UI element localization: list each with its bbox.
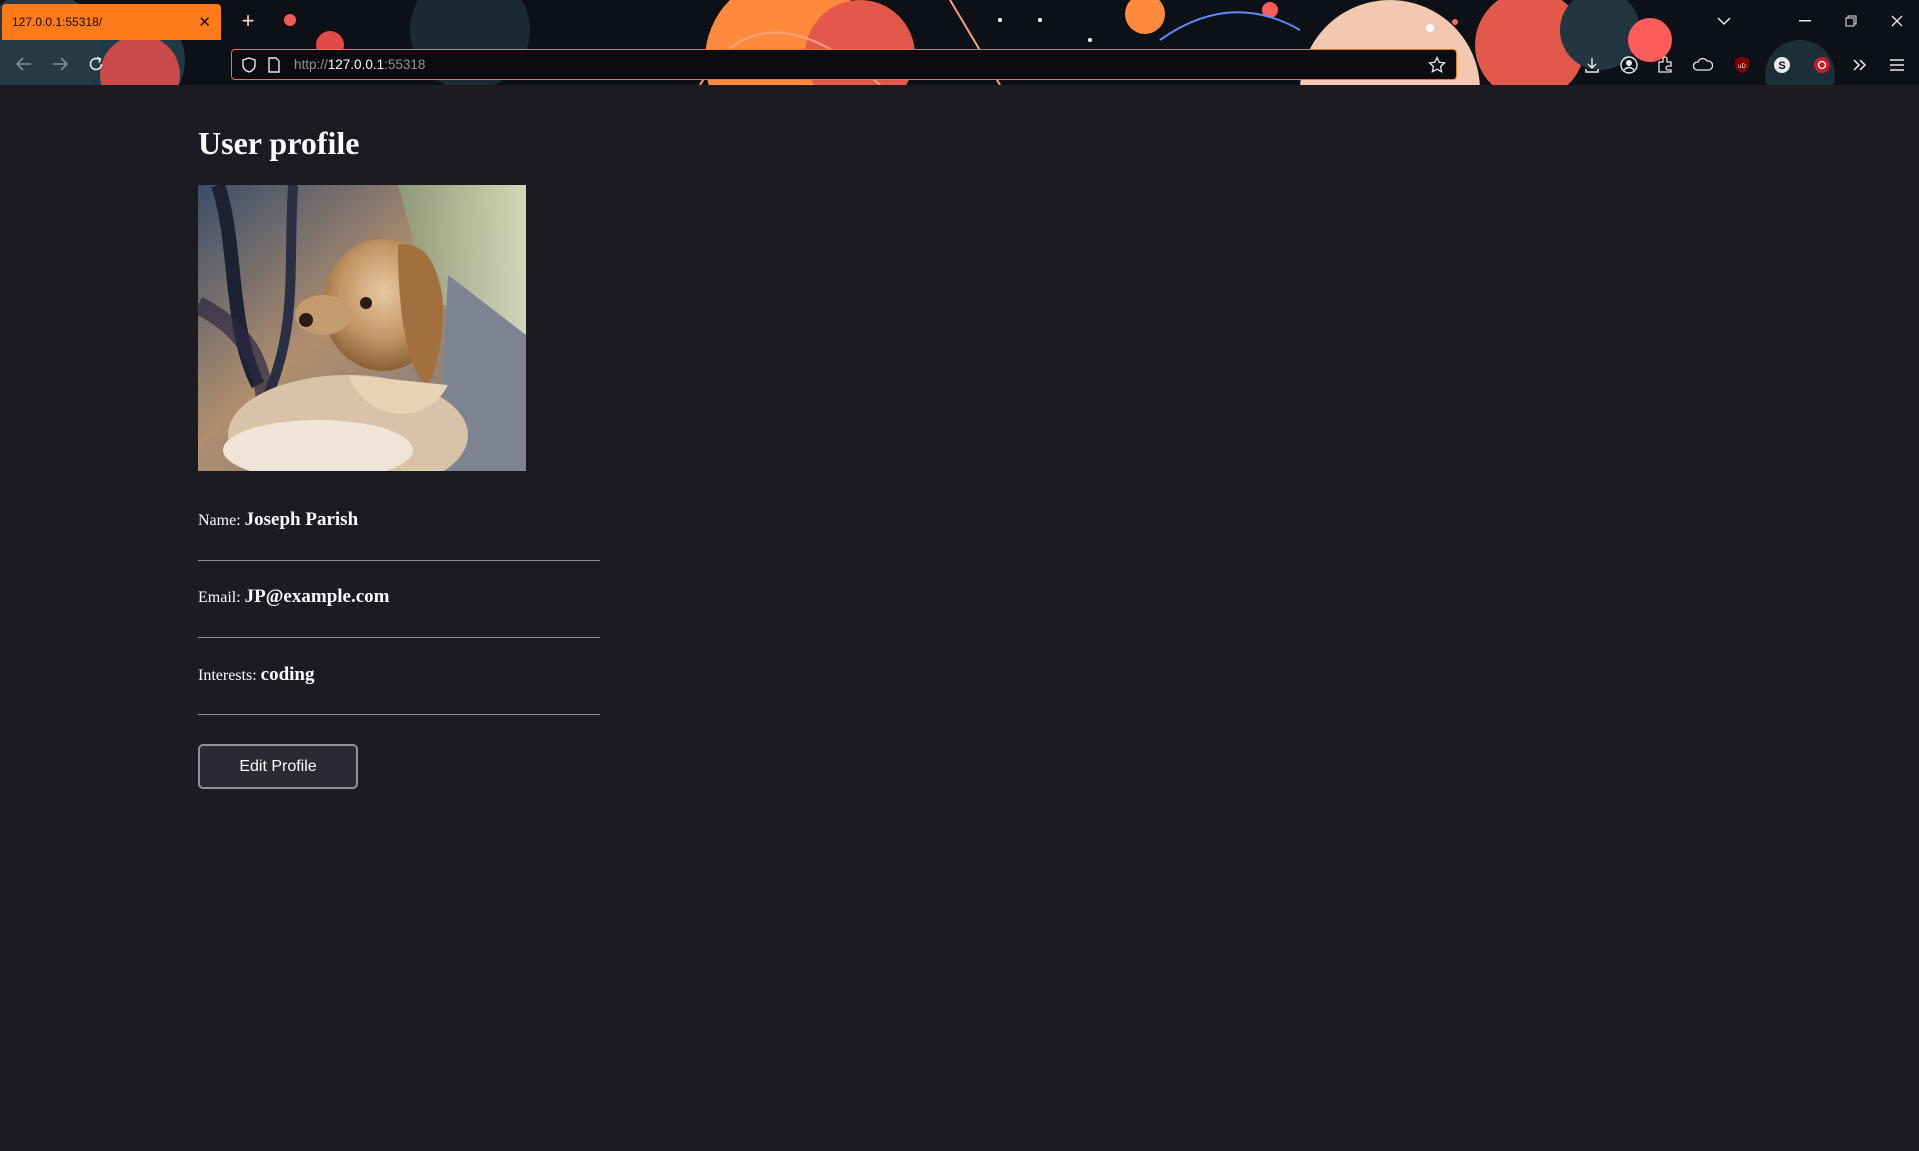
puzzle-icon[interactable]: [1655, 54, 1677, 76]
browser-chrome: 127.0.0.1:55318/ ✕ + http://127.0.0.1:55…: [0, 0, 1919, 85]
hamburger-icon[interactable]: [1886, 54, 1908, 76]
download-icon[interactable]: [1581, 54, 1603, 76]
extension-cloud-icon[interactable]: [1692, 54, 1714, 76]
name-label: Name:: [198, 512, 241, 529]
name-field: Name: Joseph Parish: [198, 509, 600, 531]
minimize-icon[interactable]: [1782, 0, 1828, 42]
address-bar[interactable]: http://127.0.0.1:55318: [231, 49, 1457, 80]
tab-title: 127.0.0.1:55318/: [12, 15, 103, 29]
divider: [198, 637, 600, 638]
back-arrow-icon[interactable]: [10, 50, 38, 78]
star-icon[interactable]: [1428, 55, 1446, 79]
edit-profile-button[interactable]: Edit Profile: [198, 744, 358, 789]
forward-arrow-icon[interactable]: [46, 50, 74, 78]
browser-tab[interactable]: 127.0.0.1:55318/ ✕: [2, 4, 221, 40]
email-label: Email:: [198, 589, 241, 606]
email-value: JP@example.com: [244, 586, 390, 607]
page-title: User profile: [198, 125, 360, 161]
profile-photo: [198, 185, 526, 471]
new-tab-icon[interactable]: +: [234, 8, 262, 36]
reload-icon[interactable]: [82, 50, 110, 78]
svg-text:S: S: [1778, 60, 1785, 72]
url-scheme: http://: [294, 57, 328, 72]
email-field: Email: JP@example.com: [198, 586, 600, 608]
overflow-chevrons-icon[interactable]: [1849, 54, 1871, 76]
close-window-icon[interactable]: [1874, 0, 1919, 42]
account-icon[interactable]: [1618, 54, 1640, 76]
page-icon[interactable]: [268, 57, 280, 78]
interests-label: Interests:: [198, 667, 257, 684]
extension-gear-icon[interactable]: [1811, 54, 1833, 76]
url-text[interactable]: http://127.0.0.1:55318: [294, 57, 425, 72]
extension-s-icon[interactable]: S: [1771, 54, 1793, 76]
restore-icon[interactable]: [1828, 0, 1874, 42]
divider: [198, 714, 600, 715]
name-value: Joseph Parish: [244, 509, 359, 530]
shield-icon[interactable]: [242, 57, 256, 78]
page-content: User profile Name: Joseph Parish Email: …: [0, 85, 1919, 1151]
url-port: :55318: [384, 57, 426, 72]
close-tab-icon[interactable]: ✕: [198, 13, 211, 31]
ublock-icon[interactable]: uD: [1731, 54, 1753, 76]
url-host: 127.0.0.1: [327, 57, 385, 72]
svg-text:uD: uD: [1738, 64, 1746, 70]
interests-value: coding: [260, 664, 315, 685]
interests-field: Interests: coding: [198, 664, 600, 686]
divider: [198, 560, 600, 561]
list-tabs-icon[interactable]: [1701, 0, 1747, 42]
